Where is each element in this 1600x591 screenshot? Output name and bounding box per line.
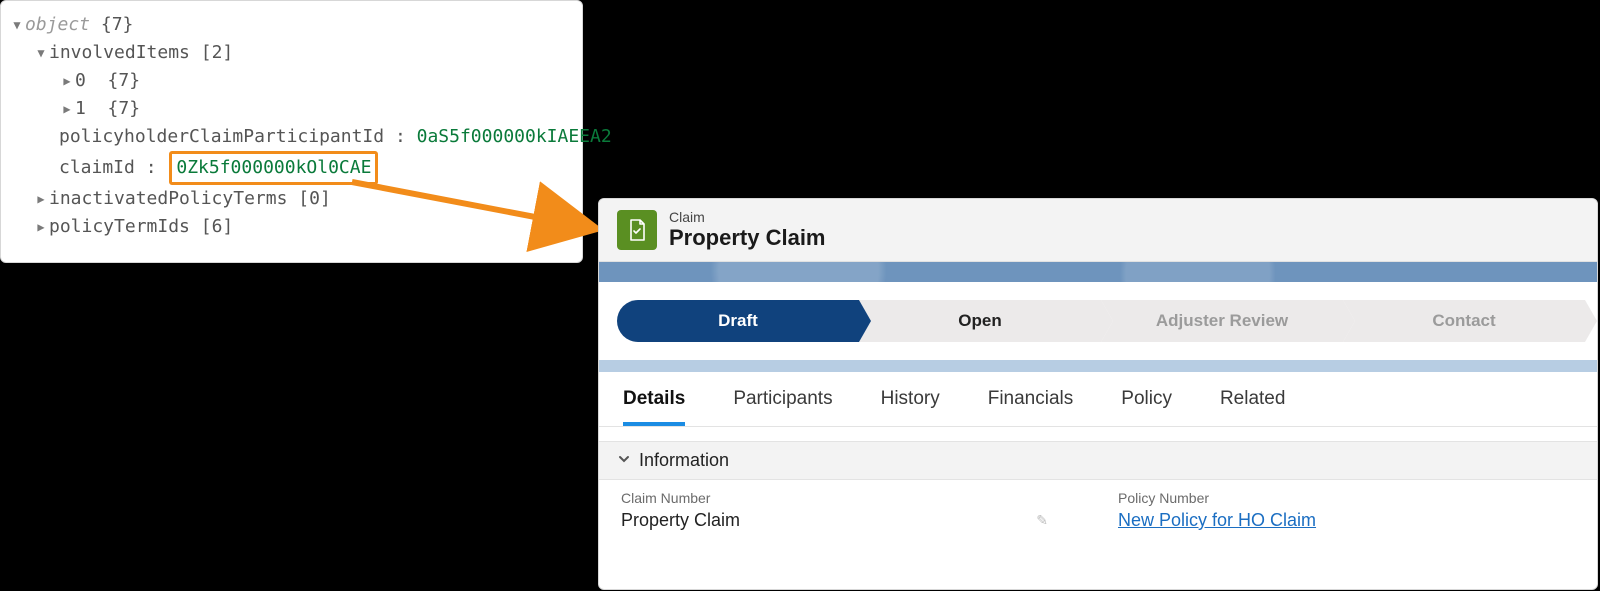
disclosure-down-icon[interactable]: ▼ (9, 11, 25, 39)
field-policy-number: Policy Number New Policy for HO Claim (1118, 490, 1575, 531)
disclosure-right-icon[interactable]: ▶ (59, 67, 75, 95)
tab-related[interactable]: Related (1220, 388, 1286, 426)
claim-object-icon (617, 210, 657, 250)
json-count: [0] (298, 185, 331, 213)
json-count: [6] (201, 213, 234, 241)
json-key: inactivatedPolicyTerms (49, 185, 287, 213)
json-node-policyholder-id[interactable]: policyholderClaimParticipantId : 0aS5f00… (9, 123, 572, 151)
tab-details[interactable]: Details (623, 388, 685, 426)
disclosure-down-icon[interactable]: ▼ (33, 39, 49, 67)
stage-label: Contact (1432, 311, 1495, 331)
object-label: Claim (669, 209, 826, 225)
stage-adjuster-review[interactable]: Adjuster Review (1101, 300, 1343, 342)
record-title: Property Claim (669, 225, 826, 251)
json-value-highlighted: 0Zk5f000000kOl0CAE (169, 151, 378, 185)
field-label: Claim Number (621, 490, 1078, 506)
section-title: Information (639, 450, 729, 471)
json-key: policyholderClaimParticipantId (59, 123, 384, 151)
stage-label: Draft (718, 311, 758, 331)
json-node-involved-items[interactable]: ▼ involvedItems [2] (9, 39, 572, 67)
json-key: involvedItems (49, 39, 190, 67)
field-value: Property Claim (621, 510, 740, 531)
json-node-inactivated[interactable]: ▶ inactivatedPolicyTerms [0] (9, 185, 572, 213)
json-value: 0aS5f000000kIAEEA2 (417, 123, 612, 151)
policy-link[interactable]: New Policy for HO Claim (1118, 510, 1316, 531)
tab-participants[interactable]: Participants (733, 388, 832, 426)
stage-draft[interactable]: Draft (617, 300, 859, 342)
json-count: [2] (201, 39, 234, 67)
disclosure-right-icon[interactable]: ▶ (33, 213, 49, 241)
json-count: {7} (108, 95, 141, 123)
json-key: claimId (59, 154, 135, 182)
chevron-down-icon (617, 450, 631, 471)
json-count: {7} (101, 11, 134, 39)
json-count: {7} (108, 67, 141, 95)
claim-record-panel: Claim Property Claim Draft Open Adjuster… (598, 198, 1598, 590)
json-key: policyTermIds (49, 213, 190, 241)
stage-label: Open (958, 311, 1001, 331)
decorative-divider (599, 360, 1597, 372)
stage-contact[interactable]: Contact (1343, 300, 1585, 342)
json-tree-panel: ▼ object {7} ▼ involvedItems [2] ▶ 0 {7}… (0, 0, 583, 263)
field-grid: Claim Number Property Claim ✎ Policy Num… (599, 480, 1597, 531)
json-node-policy-term-ids[interactable]: ▶ policyTermIds [6] (9, 213, 572, 241)
json-index: 1 (75, 95, 86, 123)
json-node-root[interactable]: ▼ object {7} (9, 11, 572, 39)
edit-pencil-icon[interactable]: ✎ (1036, 512, 1048, 529)
json-node-item-0[interactable]: ▶ 0 {7} (9, 67, 572, 95)
json-node-item-1[interactable]: ▶ 1 {7} (9, 95, 572, 123)
section-information[interactable]: Information (599, 441, 1597, 480)
decorative-strip (599, 262, 1597, 282)
tab-history[interactable]: History (881, 388, 940, 426)
tab-policy[interactable]: Policy (1121, 388, 1172, 426)
stage-label: Adjuster Review (1156, 311, 1288, 331)
json-index: 0 (75, 67, 86, 95)
disclosure-right-icon[interactable]: ▶ (59, 95, 75, 123)
disclosure-right-icon[interactable]: ▶ (33, 185, 49, 213)
path-stages: Draft Open Adjuster Review Contact (599, 282, 1597, 360)
stage-open[interactable]: Open (859, 300, 1101, 342)
record-header: Claim Property Claim (599, 199, 1597, 262)
json-node-claim-id[interactable]: claimId : 0Zk5f000000kOl0CAE (9, 151, 572, 185)
field-label: Policy Number (1118, 490, 1575, 506)
field-claim-number: Claim Number Property Claim ✎ (621, 490, 1078, 531)
json-key: object (25, 11, 90, 39)
record-tabs: Details Participants History Financials … (599, 372, 1597, 427)
tab-financials[interactable]: Financials (988, 388, 1074, 426)
